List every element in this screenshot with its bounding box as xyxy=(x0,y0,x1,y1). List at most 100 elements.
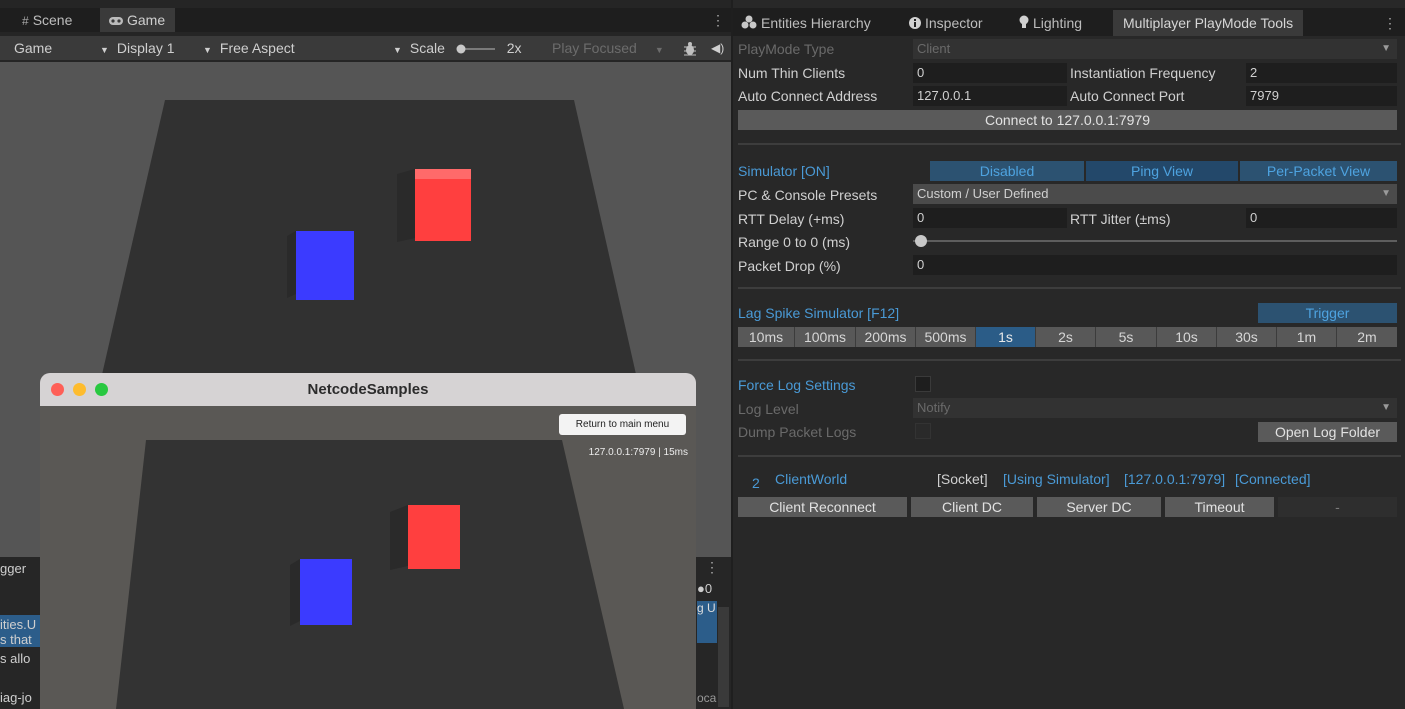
chevron-down-icon: ▼ xyxy=(1381,188,1391,199)
console-line: s that xyxy=(0,632,32,647)
packet-drop-field[interactable]: 0 xyxy=(913,255,1397,275)
return-to-main-menu-button[interactable]: Return to main menu xyxy=(559,414,686,435)
divider xyxy=(738,143,1401,145)
scale-slider[interactable]: ▼ Scale 2x xyxy=(393,36,522,60)
tab-inspector-label: Inspector xyxy=(925,15,983,31)
bug-icon[interactable] xyxy=(683,36,697,60)
netcode-samples-window: NetcodeSamples Return to main menu 127.0… xyxy=(40,373,696,709)
console-line: s allo xyxy=(0,651,31,666)
info-count[interactable]: ●0 xyxy=(697,581,712,596)
scale-slider-track[interactable] xyxy=(455,37,497,61)
tab-multiplayer-playmode-tools[interactable]: Multiplayer PlayMode Tools xyxy=(1113,10,1304,36)
rtt-jitter-label: RTT Jitter (±ms) xyxy=(1070,211,1171,227)
display-dropdown[interactable]: ▼ Display 1 xyxy=(100,36,175,60)
grid-icon: # xyxy=(22,14,29,29)
tab-entities-label: Entities Hierarchy xyxy=(761,15,871,31)
connection-address: 127.0.0.1:7979 | 15ms xyxy=(588,447,688,458)
force-log-settings-label: Force Log Settings xyxy=(738,377,856,393)
window-title-bar[interactable]: NetcodeSamples xyxy=(40,373,696,406)
instantiation-frequency-field[interactable]: 2 xyxy=(1246,63,1397,83)
aspect-dropdown[interactable]: ▼ Free Aspect xyxy=(203,36,295,60)
console-scrollbar[interactable] xyxy=(718,607,729,707)
scale-value: 2x xyxy=(506,40,522,56)
entities-icon xyxy=(741,11,757,37)
auto-connect-port-field[interactable]: 7979 xyxy=(1246,86,1397,106)
gamepad-icon xyxy=(108,9,124,33)
tab-multiplayer-label: Multiplayer PlayMode Tools xyxy=(1123,15,1294,31)
duration-10s[interactable]: 10s xyxy=(1157,327,1217,347)
right-tab-bar: Entities Hierarchy Inspector Lighting Mu… xyxy=(733,8,1405,36)
presets-dropdown[interactable]: Custom / User Defined ▼ xyxy=(913,184,1397,204)
tab-scene-label: Scene xyxy=(32,12,73,28)
chevron-down-icon: ▼ xyxy=(203,45,212,55)
divider xyxy=(738,455,1401,457)
duration-1s[interactable]: 1s xyxy=(976,327,1036,347)
simulator-disabled-button[interactable]: Disabled xyxy=(930,161,1084,181)
tab-inspector[interactable]: Inspector xyxy=(909,10,983,36)
world-address: [127.0.0.1:7979] xyxy=(1124,471,1226,487)
speaker-icon[interactable]: ◀) xyxy=(711,36,724,60)
bulb-icon xyxy=(1019,11,1029,37)
simulator-ping-view-button[interactable]: Ping View xyxy=(1086,161,1238,181)
chevron-down-icon: ▼ xyxy=(393,45,402,55)
duration-500ms[interactable]: 500ms xyxy=(916,327,976,347)
auto-connect-address-label: Auto Connect Address xyxy=(738,88,878,104)
num-thin-clients-label: Num Thin Clients xyxy=(738,65,846,81)
dump-packet-logs-label: Dump Packet Logs xyxy=(738,424,857,440)
num-thin-clients-field[interactable]: 0 xyxy=(913,63,1067,83)
server-dc-button[interactable]: Server DC xyxy=(1037,497,1161,517)
game-toolbar: Game ▼ Display 1 ▼ Free Aspect ▼ Scale 2x P… xyxy=(0,36,731,60)
info-icon xyxy=(909,11,921,37)
log-level-dropdown[interactable]: Notify ▼ xyxy=(913,398,1397,418)
left-tab-bar: # Scene Game ⋮ xyxy=(0,8,731,32)
playmode-type-dropdown[interactable]: Client ▼ xyxy=(913,39,1397,59)
trigger-button[interactable]: Trigger xyxy=(1258,303,1397,323)
tab-entities-hierarchy[interactable]: Entities Hierarchy xyxy=(741,10,871,36)
tab-scene[interactable]: # Scene xyxy=(14,8,82,32)
scale-label: Scale xyxy=(409,40,445,56)
tab-lighting[interactable]: Lighting xyxy=(1019,10,1082,36)
extra-field[interactable]: - xyxy=(1278,497,1397,517)
duration-200ms[interactable]: 200ms xyxy=(856,327,916,347)
more-menu-icon[interactable]: ⋮ xyxy=(705,559,719,576)
duration-1m[interactable]: 1m xyxy=(1277,327,1337,347)
client-reconnect-button[interactable]: Client Reconnect xyxy=(738,497,907,517)
game-mode-dropdown[interactable]: Game xyxy=(14,36,52,60)
duration-30s[interactable]: 30s xyxy=(1217,327,1277,347)
client-game-view[interactable]: Return to main menu 127.0.0.1:7979 | 15m… xyxy=(40,406,696,709)
info-count-value: 0 xyxy=(704,581,713,596)
connect-button[interactable]: Connect to 127.0.0.1:7979 xyxy=(738,110,1397,130)
lag-spike-label: Lag Spike Simulator [F12] xyxy=(738,305,900,321)
duration-100ms[interactable]: 100ms xyxy=(795,327,856,347)
world-status: [Connected] xyxy=(1235,471,1311,487)
console-tab-label[interactable]: gger xyxy=(0,561,26,576)
range-slider[interactable] xyxy=(913,233,1397,249)
world-index: 2 xyxy=(752,475,760,491)
world-socket: [Socket] xyxy=(937,471,988,487)
range-slider-track xyxy=(913,240,1397,242)
duration-10ms[interactable]: 10ms xyxy=(738,327,795,347)
open-log-folder-button[interactable]: Open Log Folder xyxy=(1258,422,1397,442)
game-mode-label: Game xyxy=(14,40,53,56)
duration-2m[interactable]: 2m xyxy=(1337,327,1397,347)
rtt-delay-field[interactable]: 0 xyxy=(913,208,1067,228)
aspect-label: Free Aspect xyxy=(219,40,295,56)
dump-packet-logs-checkbox[interactable] xyxy=(915,423,931,439)
simulator-per-packet-view-button[interactable]: Per-Packet View xyxy=(1240,161,1397,181)
instantiation-frequency-label: Instantiation Frequency xyxy=(1070,65,1216,81)
tab-game[interactable]: Game xyxy=(100,8,176,33)
client-dc-button[interactable]: Client DC xyxy=(911,497,1033,517)
rtt-jitter-field[interactable]: 0 xyxy=(1246,208,1397,228)
force-log-settings-checkbox[interactable] xyxy=(915,376,931,392)
more-menu-icon[interactable]: ⋮ xyxy=(711,8,725,32)
duration-5s[interactable]: 5s xyxy=(1096,327,1157,347)
divider xyxy=(738,359,1401,361)
more-menu-icon[interactable]: ⋮ xyxy=(1383,10,1397,36)
lag-spike-durations: 10ms 100ms 200ms 500ms 1s 2s 5s 10s 30s … xyxy=(738,327,1397,347)
duration-2s[interactable]: 2s xyxy=(1036,327,1096,347)
tab-game-label: Game xyxy=(127,12,166,28)
auto-connect-address-field[interactable]: 127.0.0.1 xyxy=(913,86,1067,106)
range-slider-handle[interactable] xyxy=(915,235,927,247)
play-focused-dropdown[interactable]: Play Focused ▼ xyxy=(552,36,664,60)
timeout-button[interactable]: Timeout xyxy=(1165,497,1274,517)
